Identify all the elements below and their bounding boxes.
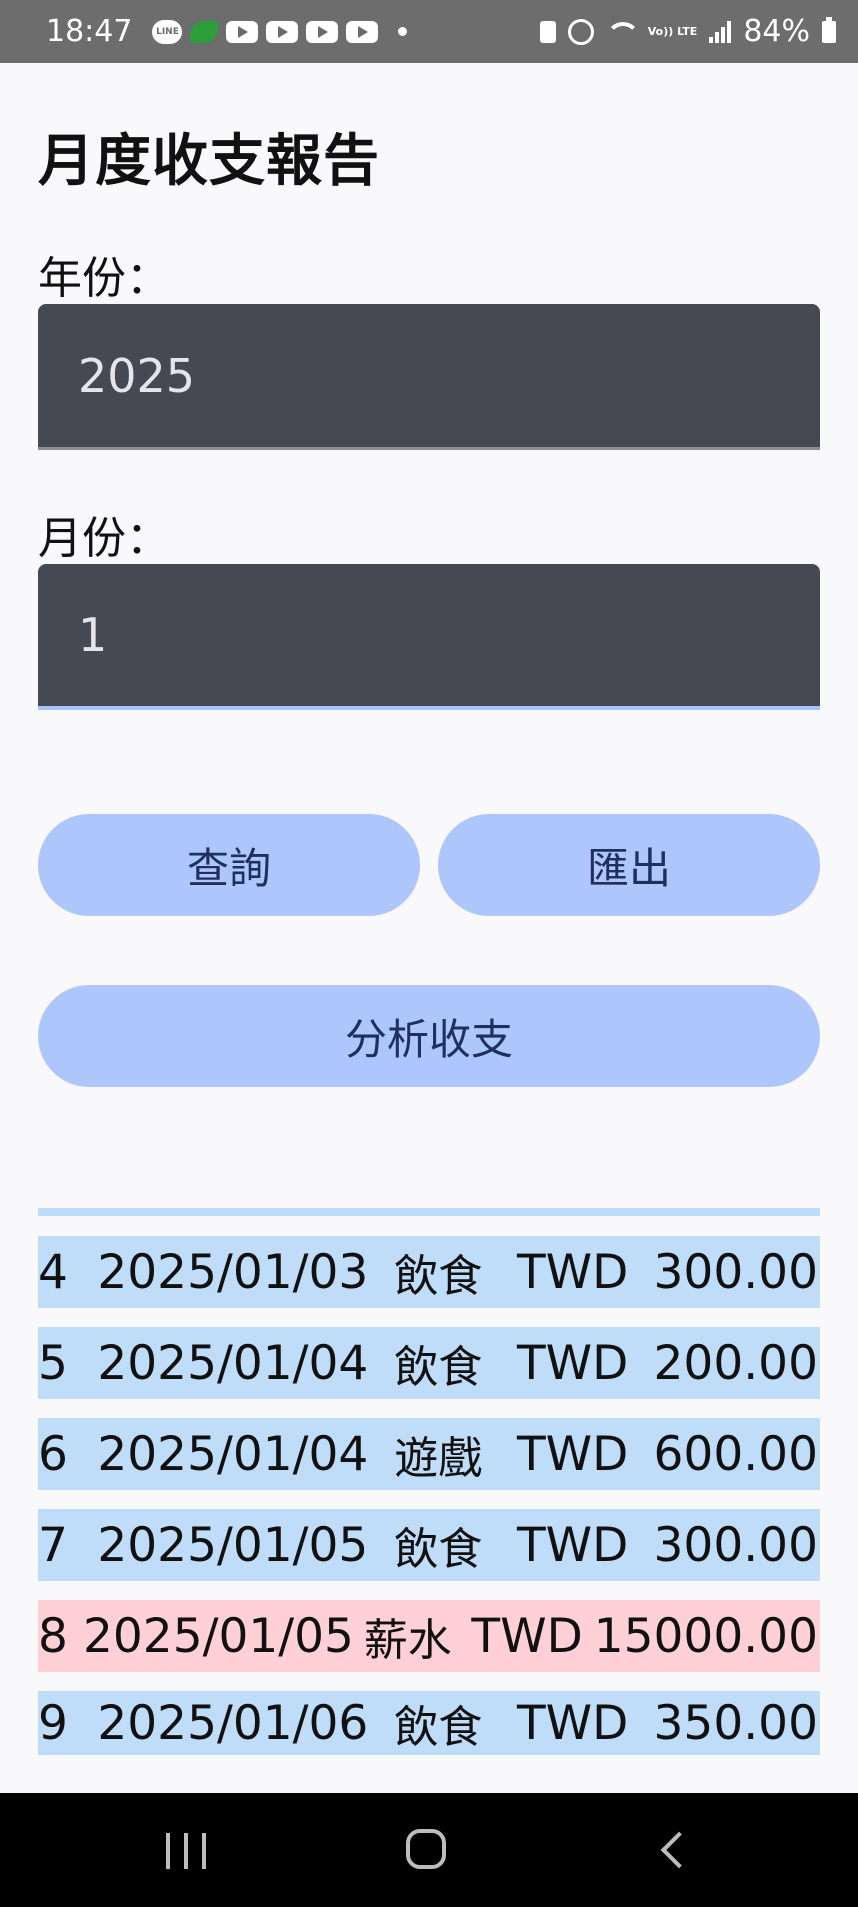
leaf-app-icon: [190, 20, 219, 43]
query-button[interactable]: 查詢: [38, 814, 420, 916]
record-row[interactable]: 7 2025/01/05 飲食 TWD 300.00: [38, 1509, 820, 1581]
battery-percent: 84%: [743, 14, 810, 49]
year-input[interactable]: 2025: [38, 304, 820, 450]
record-id: 4: [38, 1244, 68, 1300]
record-amount: 200.00: [653, 1335, 818, 1391]
record-row[interactable]: 9 2025/01/06 飲食 TWD 350.00: [38, 1691, 820, 1755]
record-category: 飲食: [394, 1702, 483, 1753]
back-icon[interactable]: [656, 1833, 690, 1867]
record-date: 2025/01/05: [97, 1517, 369, 1573]
record-category: 飲食: [394, 1524, 483, 1575]
wifi-icon: [605, 20, 636, 44]
record-row[interactable]: 5 2025/01/04 飲食 TWD 200.00: [38, 1327, 820, 1399]
list-divider: [38, 1208, 820, 1216]
nfc-icon: [539, 20, 556, 43]
record-id: 7: [38, 1517, 68, 1573]
record-date: 2025/01/04: [97, 1426, 369, 1482]
record-id: 8: [38, 1608, 68, 1664]
volte-icon: Vo)) LTE: [647, 25, 698, 38]
record-currency: TWD: [516, 1244, 629, 1300]
status-time: 18:47: [46, 14, 133, 49]
month-label: 月份：: [38, 513, 170, 564]
more-notifications-dot-icon: [398, 27, 408, 36]
year-label: 年份：: [38, 253, 170, 304]
home-icon[interactable]: [406, 1829, 446, 1869]
record-date: 2025/01/03: [97, 1244, 369, 1300]
record-currency: TWD: [516, 1517, 629, 1573]
record-amount: 15000.00: [593, 1608, 818, 1664]
status-right: Vo)) LTE 84%: [539, 14, 836, 49]
youtube-icon: [266, 20, 299, 43]
record-date: 2025/01/05: [83, 1608, 354, 1664]
record-amount: 300.00: [653, 1517, 818, 1573]
recents-icon[interactable]: [166, 1833, 206, 1869]
record-row[interactable]: 4 2025/01/03 飲食 TWD 300.00: [38, 1236, 820, 1308]
record-id: 5: [38, 1335, 68, 1391]
record-currency: TWD: [516, 1335, 629, 1391]
record-category: 飲食: [394, 1251, 483, 1302]
record-currency: TWD: [516, 1695, 629, 1751]
alarm-icon: [567, 18, 594, 45]
analyze-button[interactable]: 分析收支: [38, 985, 820, 1087]
year-input-value: 2025: [78, 348, 196, 403]
record-category: 薪水: [363, 1615, 452, 1666]
record-row[interactable]: 8 2025/01/05 薪水 TWD 15000.00: [38, 1600, 820, 1672]
youtube-icon: [306, 20, 339, 43]
status-left: 18:47 LINE: [46, 14, 408, 49]
record-amount: 300.00: [653, 1244, 818, 1300]
record-date: 2025/01/06: [97, 1695, 369, 1751]
status-bar: 18:47 LINE Vo)) LTE 84%: [0, 0, 858, 63]
signal-icon: [709, 20, 732, 43]
record-currency: TWD: [516, 1426, 629, 1482]
navigation-bar: [0, 1793, 858, 1907]
battery-icon: [822, 16, 836, 43]
record-id: 6: [38, 1426, 68, 1482]
export-button[interactable]: 匯出: [438, 814, 820, 916]
record-amount: 350.00: [653, 1695, 818, 1751]
youtube-icon: [346, 20, 379, 43]
youtube-icon: [226, 20, 259, 43]
month-input-value: 1: [78, 608, 108, 662]
record-amount: 600.00: [653, 1426, 818, 1482]
line-icon: LINE: [152, 19, 183, 44]
record-currency: TWD: [471, 1608, 583, 1664]
record-category: 遊戲: [394, 1433, 483, 1484]
month-input[interactable]: 1: [38, 564, 820, 710]
page-title: 月度收支報告: [38, 129, 380, 194]
record-id: 9: [38, 1695, 68, 1751]
record-date: 2025/01/04: [97, 1335, 369, 1391]
record-row[interactable]: 6 2025/01/04 遊戲 TWD 600.00: [38, 1418, 820, 1490]
record-category: 飲食: [394, 1342, 483, 1393]
